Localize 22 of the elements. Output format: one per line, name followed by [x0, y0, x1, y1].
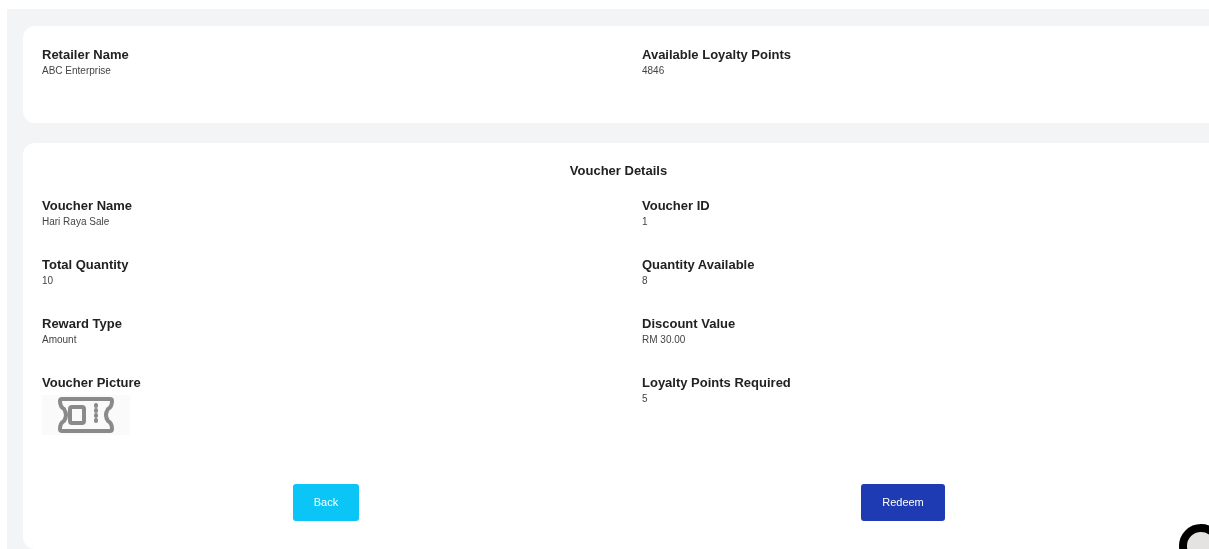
field-label: Voucher Name	[42, 197, 133, 215]
field-label: Available Loyalty Points	[642, 46, 792, 64]
ticket-icon	[56, 395, 116, 435]
section-title: Voucher Details	[569, 162, 668, 180]
field-label: Voucher Picture	[42, 374, 141, 392]
field-value: 5	[642, 392, 648, 406]
field-label: Loyalty Points Required	[642, 374, 791, 392]
field-value: Hari Raya Sale	[42, 215, 110, 229]
redeem-button[interactable]: Redeem	[861, 484, 945, 521]
field-value: ABC Enterprise	[42, 64, 111, 78]
field-value: Amount	[42, 333, 77, 347]
field-value: 8	[642, 274, 648, 288]
field-label: Total Quantity	[42, 256, 129, 274]
field-label: Quantity Available	[642, 256, 755, 274]
field-value: 1	[642, 215, 648, 229]
field-label: Retailer Name	[42, 46, 129, 64]
field-value: 10	[42, 274, 54, 288]
field-label: Reward Type	[42, 315, 122, 333]
field-value: RM 30.00	[642, 333, 686, 347]
field-label: Discount Value	[642, 315, 736, 333]
field-label: Voucher ID	[642, 197, 710, 215]
field-value: 4846	[642, 64, 665, 78]
